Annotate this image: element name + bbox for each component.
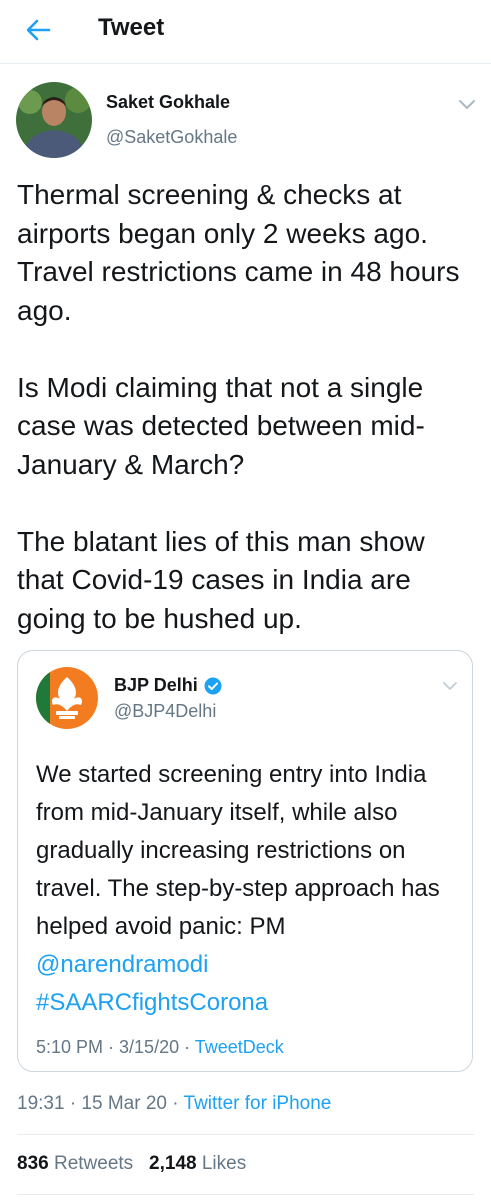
divider [17,1194,474,1195]
back-arrow-icon[interactable] [22,16,54,44]
meta-separator: · [166,1093,184,1114]
tweet-meta: 19:31 · 15 Mar 20 · Twitter for iPhone [17,1093,331,1115]
quoted-author-avatar[interactable] [36,667,98,729]
quoted-author-name[interactable]: BJP Delhi [114,675,198,696]
quoted-text-body: We started screening entry into India fr… [36,761,440,940]
likes-label: Likes [201,1153,247,1174]
tweet-source[interactable]: Twitter for iPhone [184,1093,332,1114]
author-avatar[interactable] [16,82,92,158]
retweets-stat[interactable]: 836 Retweets [17,1153,133,1174]
meta-separator: · [179,1037,195,1057]
tweet-paragraph: Thermal screening & checks at airports b… [17,179,460,326]
retweets-count: 836 [17,1153,49,1174]
divider [17,1134,474,1135]
tweet-paragraph: The blatant lies of this man show that C… [17,525,425,634]
quoted-source[interactable]: TweetDeck [195,1037,284,1057]
quoted-tweet-text: We started screening entry into India fr… [36,756,456,1022]
quoted-author-handle[interactable]: @BJP4Delhi [114,701,216,722]
quoted-tweet-card[interactable]: BJP Delhi @BJP4Delhi We started screenin… [17,650,473,1072]
quoted-tweet-meta: 5:10 PM · 3/15/20 · TweetDeck [36,1037,284,1058]
tweet-text: Thermal screening & checks at airports b… [17,176,479,677]
likes-count: 2,148 [149,1153,197,1174]
likes-stat[interactable]: 2,148 Likes [149,1153,246,1174]
quoted-author-name-row[interactable]: BJP Delhi [114,675,222,696]
chevron-down-icon[interactable] [442,679,460,693]
mention-link[interactable]: @narendramodi [36,946,456,984]
retweets-label: Retweets [53,1153,134,1174]
tweet-stats: 836 Retweets 2,148 Likes [17,1153,246,1175]
author-name[interactable]: Saket Gokhale [106,92,230,113]
chevron-down-icon[interactable] [458,98,476,112]
page-title: Tweet [98,14,165,41]
quoted-timestamp[interactable]: 5:10 PM · 3/15/20 [36,1037,179,1057]
top-bar: Tweet [0,0,491,64]
tweet-paragraph: Is Modi claiming that not a single case … [17,371,425,480]
author-handle[interactable]: @SaketGokhale [106,127,237,148]
hashtag-link[interactable]: #SAARCfightsCorona [36,984,456,1022]
verified-badge-icon [204,677,222,695]
tweet-timestamp[interactable]: 19:31 · 15 Mar 20 [17,1093,167,1114]
